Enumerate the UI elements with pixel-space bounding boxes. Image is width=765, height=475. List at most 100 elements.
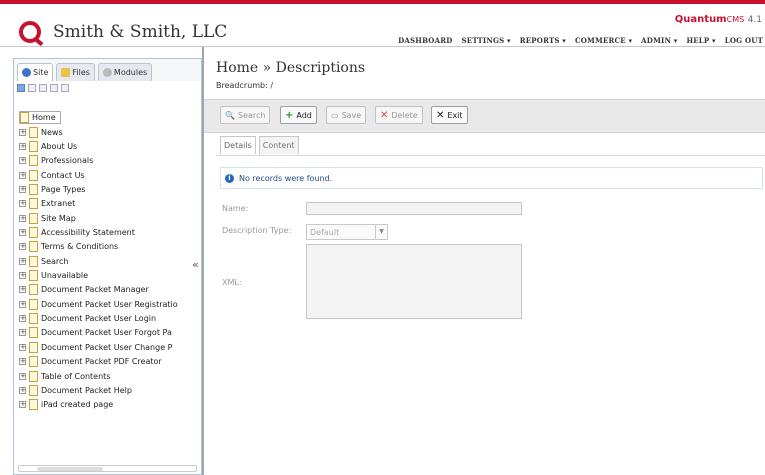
nav-help[interactable]: HELP ▾ bbox=[686, 36, 715, 45]
tree-item[interactable]: + Document Packet Help bbox=[19, 383, 201, 397]
refresh-icon[interactable] bbox=[17, 84, 25, 92]
expand-node-icon[interactable]: + bbox=[19, 286, 26, 294]
horizontal-scrollbar[interactable] bbox=[18, 465, 197, 472]
expand-node-icon[interactable]: + bbox=[19, 358, 26, 366]
page-icon bbox=[29, 284, 38, 296]
add-button[interactable]: + Add bbox=[280, 106, 317, 124]
nav-dashboard[interactable]: DASHBOARD bbox=[398, 36, 452, 45]
delete-button[interactable]: ✕ Delete bbox=[375, 106, 423, 124]
move-up-icon[interactable] bbox=[50, 84, 58, 92]
xml-textarea[interactable] bbox=[306, 244, 522, 319]
tree-item-label: News bbox=[41, 127, 63, 137]
tree-item-label: Page Types bbox=[41, 185, 86, 195]
tree-item-label: Accessibility Statement bbox=[41, 228, 135, 238]
plus-icon: + bbox=[285, 109, 294, 121]
expand-icon[interactable] bbox=[28, 84, 36, 92]
expand-node-icon[interactable]: + bbox=[19, 300, 26, 308]
tree-item[interactable]: + Accessibility Statement bbox=[19, 225, 201, 239]
expand-node-icon[interactable]: + bbox=[19, 386, 26, 394]
nav-reports[interactable]: REPORTS ▾ bbox=[520, 36, 566, 45]
tree-item-label: Table of Contents bbox=[41, 371, 111, 381]
search-button[interactable]: 🔍 Search bbox=[220, 106, 271, 124]
collapse-sidebar-button[interactable]: « bbox=[192, 258, 199, 271]
form-tabs: Details Content bbox=[220, 136, 299, 154]
tab-content[interactable]: Content bbox=[258, 136, 299, 154]
expand-node-icon[interactable]: + bbox=[19, 243, 26, 251]
xml-label: XML: bbox=[222, 278, 242, 287]
company-name: Smith & Smith, LLC bbox=[53, 22, 228, 42]
tree-item[interactable]: + Document Packet User Registratio bbox=[19, 297, 201, 311]
action-toolbar: 🔍 Search + Add ▭ Save ✕ Delete ✕ Exit bbox=[204, 99, 765, 133]
save-button[interactable]: ▭ Save bbox=[326, 106, 367, 124]
tree-item[interactable]: + Document Packet User Login bbox=[19, 311, 201, 325]
tab-files[interactable]: Files bbox=[56, 63, 95, 81]
expand-node-icon[interactable]: + bbox=[19, 329, 26, 337]
tree-item[interactable]: + Document Packet PDF Creator bbox=[19, 355, 201, 369]
tree-item-label: Site Map bbox=[41, 213, 76, 223]
page-icon bbox=[29, 327, 38, 339]
tree-item-label: Professionals bbox=[41, 156, 94, 166]
tree-item[interactable]: + Site Map bbox=[19, 211, 201, 225]
nav-admin[interactable]: ADMIN ▾ bbox=[641, 36, 677, 45]
tree-item[interactable]: + News bbox=[19, 125, 201, 139]
expand-node-icon[interactable]: + bbox=[19, 257, 26, 265]
tree-item[interactable]: + Professionals bbox=[19, 154, 201, 168]
tree-item-label: Document Packet User Registratio bbox=[41, 299, 178, 309]
page-icon bbox=[29, 212, 38, 224]
product-brand: QuantumCMS 4.1 bbox=[674, 14, 762, 25]
expand-node-icon[interactable]: + bbox=[19, 401, 26, 409]
top-header: Smith & Smith, LLC QuantumCMS 4.1 DASHBO… bbox=[0, 0, 765, 46]
name-field[interactable] bbox=[306, 202, 522, 215]
search-icon: 🔍 bbox=[225, 110, 235, 120]
scroll-thumb[interactable] bbox=[37, 467, 103, 471]
nav-commerce[interactable]: COMMERCE ▾ bbox=[575, 36, 632, 45]
main-content: Home » Descriptions Breadcrumb: / 🔍 Searc… bbox=[204, 47, 765, 475]
description-type-select[interactable]: Default ▼ bbox=[306, 224, 388, 240]
tree-item[interactable]: + Contact Us bbox=[19, 168, 201, 182]
tree-item[interactable]: + Page Types bbox=[19, 182, 201, 196]
expand-node-icon[interactable]: + bbox=[19, 214, 26, 222]
expand-node-icon[interactable]: + bbox=[19, 315, 26, 323]
tree-item[interactable]: + Document Packet User Change P bbox=[19, 340, 201, 354]
page-icon bbox=[29, 198, 38, 210]
company-logo[interactable]: Smith & Smith, LLC bbox=[19, 21, 227, 43]
name-label: Name: bbox=[222, 204, 249, 213]
tree-item[interactable]: + Search bbox=[19, 254, 201, 268]
tab-modules[interactable]: Modules bbox=[97, 63, 153, 81]
expand-node-icon[interactable]: + bbox=[19, 272, 26, 280]
tab-details[interactable]: Details bbox=[220, 136, 256, 154]
expand-node-icon[interactable]: + bbox=[19, 372, 26, 380]
expand-node-icon[interactable]: + bbox=[19, 171, 26, 179]
tree-item[interactable]: + Document Packet Manager bbox=[19, 283, 201, 297]
expand-node-icon[interactable]: + bbox=[19, 157, 26, 165]
save-icon: ▭ bbox=[331, 110, 339, 120]
move-down-icon[interactable] bbox=[61, 84, 69, 92]
page-icon bbox=[29, 241, 38, 253]
page-icon bbox=[29, 141, 38, 153]
expand-node-icon[interactable]: + bbox=[19, 186, 26, 194]
tree-root-home[interactable]: Home bbox=[19, 111, 61, 124]
expand-node-icon[interactable]: + bbox=[19, 343, 26, 351]
tree-item[interactable]: + About Us bbox=[19, 139, 201, 153]
nav-logout[interactable]: LOG OUT bbox=[725, 36, 763, 45]
tab-divider bbox=[216, 155, 765, 156]
tree-item-label: Document Packet User Login bbox=[41, 314, 157, 324]
expand-node-icon[interactable]: + bbox=[19, 128, 26, 136]
exit-button[interactable]: ✕ Exit bbox=[431, 106, 468, 124]
expand-node-icon[interactable]: + bbox=[19, 200, 26, 208]
collapse-icon[interactable] bbox=[39, 84, 47, 92]
tab-site[interactable]: Site bbox=[17, 63, 54, 81]
tree-item[interactable]: + Unavailable bbox=[19, 268, 201, 282]
page-icon bbox=[29, 313, 38, 325]
tree-item[interactable]: + Extranet bbox=[19, 197, 201, 211]
nav-settings[interactable]: SETTINGS ▾ bbox=[462, 36, 511, 45]
tree-item[interactable]: + Table of Contents bbox=[19, 369, 201, 383]
expand-node-icon[interactable]: + bbox=[19, 229, 26, 237]
q-logo-icon bbox=[19, 21, 41, 43]
folder-icon bbox=[61, 68, 71, 77]
tree-item[interactable]: + Terms & Conditions bbox=[19, 240, 201, 254]
page-icon bbox=[29, 270, 38, 282]
tree-item[interactable]: + Document Packet User Forgot Pa bbox=[19, 326, 201, 340]
expand-node-icon[interactable]: + bbox=[19, 143, 26, 151]
tree-item[interactable]: + iPad created page bbox=[19, 398, 201, 412]
